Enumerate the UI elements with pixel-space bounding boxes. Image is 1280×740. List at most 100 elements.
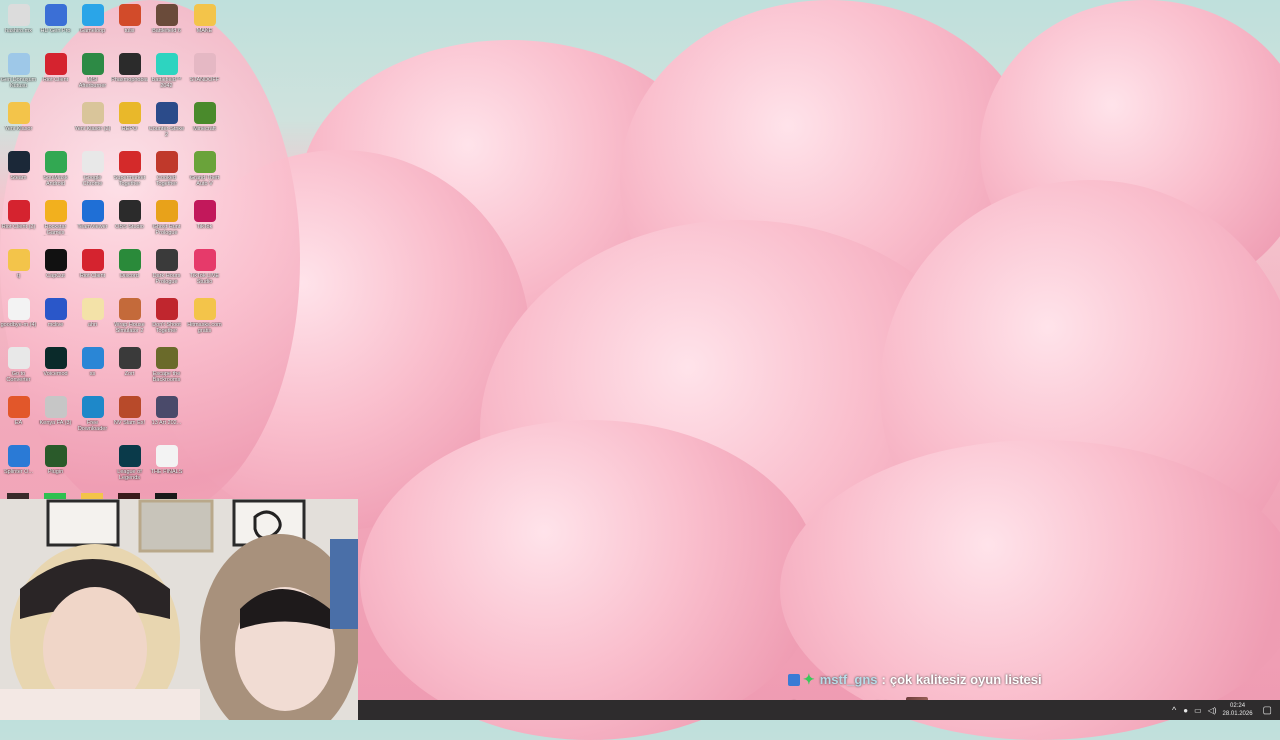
desktop-icon[interactable]: Voicemod bbox=[37, 347, 74, 396]
desktop-icon[interactable]: MSI Afterburner bbox=[74, 53, 111, 102]
desktop-icon[interactable]: Phasmophobia bbox=[111, 53, 148, 102]
desktop-icon[interactable]: THE FINALS bbox=[148, 445, 185, 494]
desktop-icon[interactable]: Kenya FA (3) bbox=[37, 396, 74, 445]
desktop-icon[interactable]: Ghost Hunt Prologue bbox=[148, 200, 185, 249]
notification-icon[interactable]: ▢ bbox=[1263, 705, 1272, 716]
desktop-icon[interactable]: goodbye-m (4) bbox=[0, 298, 37, 347]
desktop-icon[interactable]: REPO bbox=[111, 102, 148, 151]
desktop-icon[interactable]: Zort bbox=[111, 347, 148, 396]
desktop-icon-label: MSI Afterburner bbox=[78, 77, 107, 89]
desktop-icon-label: Dark Hours Prologue bbox=[152, 273, 181, 285]
riot-icon bbox=[44, 53, 67, 75]
taskbar: ^ ● ▭ ◁) 02:24 28.01.2026 ▢ bbox=[358, 700, 1280, 720]
desktop-icon[interactable]: Go to Converter bbox=[0, 347, 37, 396]
desktop-icon[interactable]: 13 Art 202... bbox=[148, 396, 185, 445]
desktop-icon[interactable]: Don't Shoot Together bbox=[148, 298, 185, 347]
desktop-icon[interactable]: Gameloop bbox=[74, 4, 111, 53]
desktop-icon[interactable]: Geri Dönüşüm Kutusu bbox=[0, 53, 37, 102]
desktop-icon[interactable]: Counter-Strike 2 bbox=[148, 102, 185, 151]
desktop-icon[interactable]: TeamViewer bbox=[74, 200, 111, 249]
desktop-icon[interactable]: Free Downloader bbox=[74, 396, 111, 445]
desktop-icon[interactable]: Cooked Together bbox=[148, 151, 185, 200]
desktop-icon[interactable]: Discord bbox=[111, 249, 148, 298]
desktop-icon-label: NV Slam Ex! bbox=[113, 420, 146, 426]
desktop-icon[interactable]: TikTok LIVE Studio bbox=[186, 249, 223, 298]
desktop-icon[interactable]: Escape the Backrooms bbox=[148, 347, 185, 396]
riot-icon bbox=[7, 200, 30, 222]
desktop-icon[interactable]: ss bbox=[74, 347, 111, 396]
desktop-icon[interactable]: Riot Client bbox=[37, 53, 74, 102]
minecraft-icon bbox=[193, 102, 216, 124]
file-icon bbox=[7, 298, 30, 320]
app-icon bbox=[118, 347, 141, 369]
twitch-badge-icon bbox=[788, 673, 800, 686]
desktop-icon[interactable]: tj bbox=[0, 249, 37, 298]
app-icon bbox=[44, 298, 67, 320]
capcut-icon bbox=[44, 249, 67, 271]
desktop-icon[interactable]: Battlefield™ 2042 bbox=[148, 53, 185, 102]
desktop-icon[interactable]: Riot Client bbox=[74, 249, 111, 298]
desktop-icon-label: tj bbox=[17, 273, 20, 279]
app-icon bbox=[155, 445, 178, 467]
desktop-icon[interactable]: Steam bbox=[0, 151, 37, 200]
desktop-icon[interactable]: Supermarket Together bbox=[111, 151, 148, 200]
desktop-icon-label: Gameloop bbox=[79, 28, 106, 34]
volume-icon[interactable]: ◁) bbox=[1208, 706, 1217, 715]
desktop-icon[interactable]: Yeni Klasör bbox=[0, 102, 37, 151]
desktop-icon[interactable]: CapCut bbox=[37, 249, 74, 298]
desktop-icon-label: Phasmophobia bbox=[111, 77, 148, 83]
desktop-icon[interactable]: Google Chrome bbox=[74, 151, 111, 200]
desktop-icon-label: Google Chrome bbox=[82, 175, 103, 187]
desktop-icon-label: Yeni Klasör (2) bbox=[74, 126, 111, 132]
desktop-icon[interactable]: MAKE bbox=[186, 4, 223, 53]
app-icon bbox=[118, 151, 141, 173]
desktop-icon-label: Cooked Together bbox=[155, 175, 178, 187]
desktop-icon[interactable]: SoulMask Android bbox=[37, 151, 74, 200]
desktop-icon-label: Riot Client bbox=[79, 273, 106, 279]
teamviewer-icon bbox=[81, 200, 104, 222]
desktop-icon[interactable]: Riot Client (2) bbox=[0, 200, 37, 249]
desktop-icon[interactable]: Dark Hours Prologue bbox=[148, 249, 185, 298]
desktop-icon[interactable]: HD Gen Pro bbox=[37, 4, 74, 53]
desktop-icon[interactable]: Hitmasks.com gratis bbox=[186, 298, 223, 347]
desktop-icon[interactable]: Battlefield 6 bbox=[148, 4, 185, 53]
app-icon bbox=[44, 445, 67, 467]
desktop-icon[interactable]: Splinter O... bbox=[0, 445, 37, 494]
desktop-icon[interactable]: Minecraft bbox=[186, 102, 223, 151]
desktop-icon[interactable]: tulsi bbox=[111, 4, 148, 53]
chat-text: çok kalitesiz oyun listesi bbox=[889, 672, 1042, 687]
lol-icon bbox=[118, 445, 141, 467]
desktop-icon-label: STANDOFF bbox=[189, 77, 220, 83]
desktop-icon[interactable]: League of Legends bbox=[111, 445, 148, 494]
desktop-icon[interactable]: mclive bbox=[37, 298, 74, 347]
gameloop-icon bbox=[81, 4, 104, 26]
app-icon bbox=[118, 298, 141, 320]
chevron-up-icon[interactable]: ^ bbox=[1172, 705, 1176, 715]
clock[interactable]: 02:24 28.01.2026 bbox=[1223, 702, 1253, 718]
desktop-icon-label: Splinter O... bbox=[3, 469, 34, 475]
app-icon bbox=[81, 396, 104, 418]
desktop-icon[interactable]: Plugin bbox=[37, 445, 74, 494]
desktop-icon[interactable]: EA bbox=[0, 396, 37, 445]
desktop-icon[interactable]: Grand Theft Auto V bbox=[186, 151, 223, 200]
repo-icon bbox=[118, 102, 141, 124]
file-icon bbox=[155, 396, 178, 418]
cs2-icon bbox=[155, 102, 178, 124]
desktop-icon[interactable]: STANDOFF bbox=[186, 53, 223, 102]
desktop-icon[interactable]: ahri bbox=[74, 298, 111, 347]
msi-icon bbox=[81, 53, 104, 75]
desktop-icon-label: League of Legends bbox=[117, 469, 142, 481]
desktop-icon[interactable]: NV Slam Ex! bbox=[111, 396, 148, 445]
desktop-icon[interactable]: Wrap House Simulator 2 bbox=[111, 298, 148, 347]
chat-separator: : bbox=[881, 672, 886, 687]
microphone-icon[interactable]: ● bbox=[1183, 706, 1188, 715]
desktop-icon[interactable]: hashiro.mx bbox=[0, 4, 37, 53]
desktop-icon[interactable]: OBS Studio bbox=[111, 200, 148, 249]
desktop-icon[interactable]: Rockstar Games Launcher bbox=[37, 200, 74, 249]
desktop-icon[interactable]: TikTok bbox=[186, 200, 223, 249]
steam-icon bbox=[7, 151, 30, 173]
network-icon[interactable]: ▭ bbox=[1194, 706, 1202, 715]
desktop-icon-label: EA bbox=[14, 420, 23, 426]
desktop-icon[interactable]: Yeni Klasör (2) bbox=[74, 102, 111, 151]
desktop-icon-label: 13 Art 202... bbox=[151, 420, 182, 426]
